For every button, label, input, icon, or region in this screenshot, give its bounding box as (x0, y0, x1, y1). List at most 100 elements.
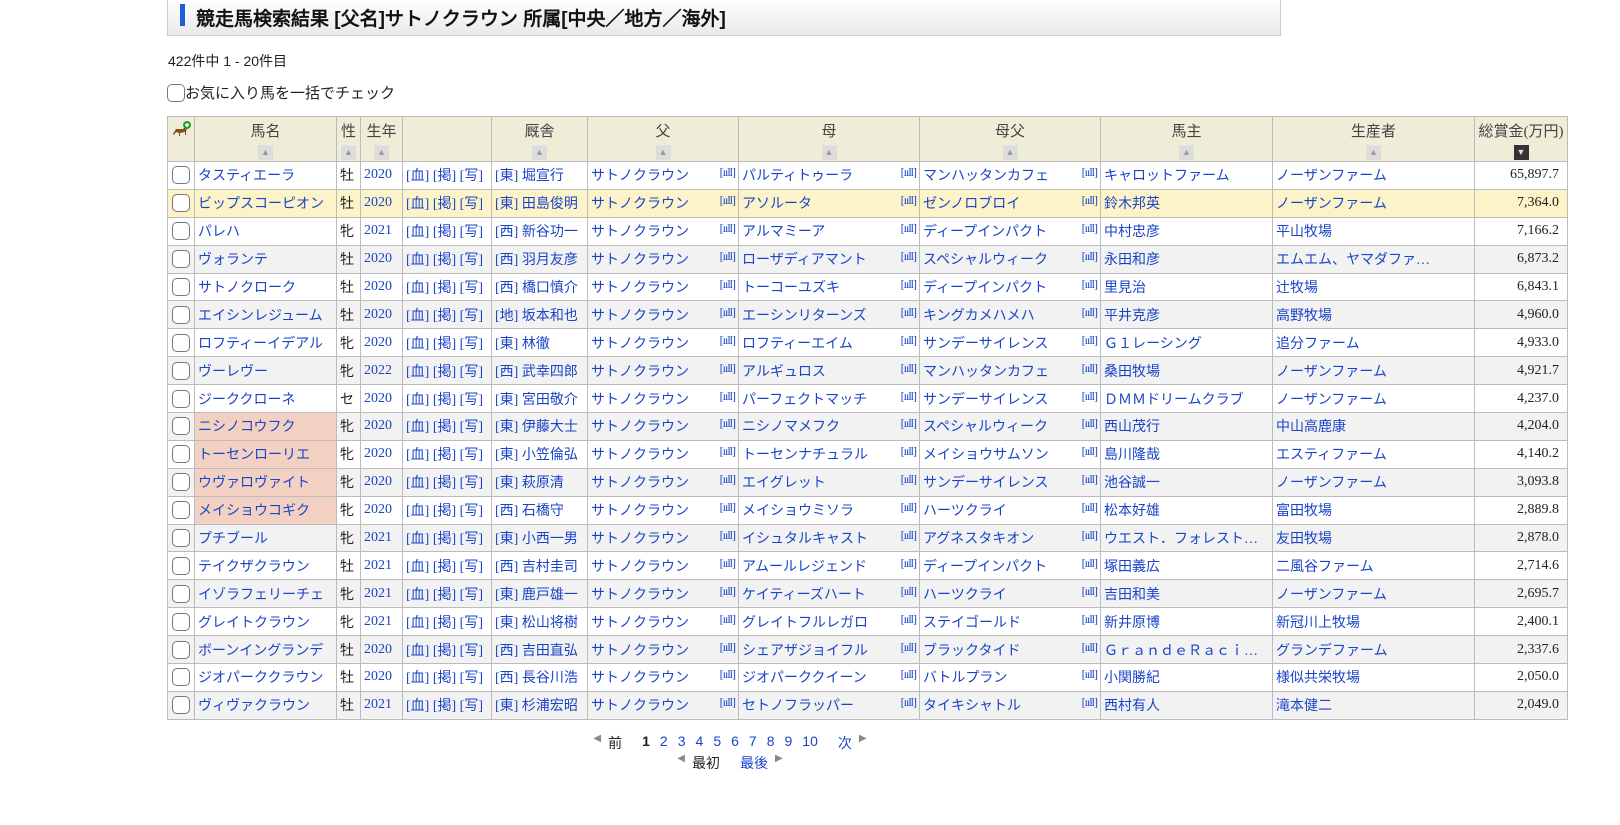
birth-year-link[interactable]: 2020 (364, 335, 392, 350)
horse-name-link[interactable]: イゾラフェリーチェ (198, 588, 324, 603)
dam-link[interactable]: トーコーユズキ (742, 281, 840, 296)
pedigree-link[interactable]: [血] (406, 532, 429, 547)
pedigree-link[interactable]: [血] (406, 337, 429, 352)
offspring-chart-icon[interactable]: [ııll] (901, 305, 917, 320)
page-link[interactable]: 2 (655, 733, 673, 753)
offspring-chart-icon[interactable]: [ııll] (901, 695, 917, 710)
offspring-chart-icon[interactable]: [ııll] (901, 584, 917, 599)
pedigree-link[interactable]: [血] (406, 504, 429, 519)
birth-year-link[interactable]: 2021 (364, 223, 392, 238)
page-link[interactable]: 5 (708, 733, 726, 753)
breeder-link[interactable]: 様似共栄牧場 (1276, 671, 1360, 686)
pedigree-link[interactable]: [血] (406, 448, 429, 463)
damsire-link[interactable]: スペシャルウィーク (923, 420, 1048, 435)
offspring-chart-icon[interactable]: [ııll] (1082, 444, 1098, 459)
offspring-chart-icon[interactable]: [ııll] (720, 584, 736, 599)
offspring-chart-icon[interactable]: [ııll] (720, 695, 736, 710)
owner-link[interactable]: 松本好雄 (1104, 504, 1160, 519)
favorite-checkbox[interactable] (172, 696, 190, 715)
owner-link[interactable]: 池谷誠一 (1104, 476, 1160, 491)
record-link[interactable]: [掲] (433, 169, 456, 184)
sire-link[interactable]: サトノクラウン (591, 281, 689, 296)
next-link[interactable]: 次 (833, 733, 857, 753)
horse-name-link[interactable]: ニシノコウフク (198, 420, 295, 435)
birth-year-link[interactable]: 2020 (364, 195, 392, 210)
photo-link[interactable]: [写] (460, 309, 483, 324)
pedigree-link[interactable]: [血] (406, 420, 429, 435)
photo-link[interactable]: [写] (460, 281, 483, 296)
horse-name-link[interactable]: グレイトクラウン (198, 616, 310, 631)
birth-year-link[interactable]: 2020 (364, 391, 392, 406)
favorite-checkbox[interactable] (172, 222, 190, 241)
favorite-checkbox[interactable] (172, 612, 190, 631)
favorite-checkbox[interactable] (172, 640, 190, 659)
offspring-chart-icon[interactable]: [ııll] (901, 667, 917, 682)
trainer-link[interactable]: 杉浦宏昭 (522, 699, 578, 714)
sort-asc-button[interactable]: ▲ (1179, 145, 1194, 160)
offspring-chart-icon[interactable]: [ııll] (901, 472, 917, 487)
favorite-checkbox[interactable] (172, 250, 190, 269)
trainer-link[interactable]: 吉村圭司 (522, 560, 578, 575)
offspring-chart-icon[interactable]: [ııll] (1082, 695, 1098, 710)
birth-year-link[interactable]: 2020 (364, 446, 392, 461)
breeder-link[interactable]: ノーザンファーム (1276, 588, 1387, 603)
page-link[interactable]: 7 (744, 733, 762, 753)
breeder-link[interactable]: エムエム、ヤマダファ… (1276, 253, 1430, 268)
offspring-chart-icon[interactable]: [ııll] (720, 361, 736, 376)
damsire-link[interactable]: ゼンノロブロイ (923, 197, 1020, 212)
record-link[interactable]: [掲] (433, 448, 456, 463)
offspring-chart-icon[interactable]: [ııll] (1082, 667, 1098, 682)
birth-year-link[interactable]: 2020 (364, 251, 392, 266)
breeder-link[interactable]: 中山高鹿康 (1276, 420, 1346, 435)
damsire-link[interactable]: マンハッタンカフェ (923, 169, 1049, 184)
offspring-chart-icon[interactable]: [ııll] (901, 556, 917, 571)
offspring-chart-icon[interactable]: [ııll] (1082, 612, 1098, 627)
owner-link[interactable]: 里見治 (1104, 281, 1146, 296)
breeder-link[interactable]: 滝本健二 (1276, 699, 1332, 714)
offspring-chart-icon[interactable]: [ııll] (901, 416, 917, 431)
trainer-link[interactable]: 堀宣行 (522, 169, 564, 184)
trainer-link[interactable]: 萩原清 (522, 476, 564, 491)
trainer-link[interactable]: 長谷川浩 (522, 671, 578, 686)
breeder-link[interactable]: エスティファーム (1276, 448, 1387, 463)
horse-name-link[interactable]: ロフティーイデアル (198, 337, 323, 352)
pedigree-link[interactable]: [血] (406, 309, 429, 324)
sort-asc-button[interactable]: ▲ (1002, 145, 1018, 160)
record-link[interactable]: [掲] (433, 560, 456, 575)
owner-link[interactable]: 中村忠彦 (1104, 225, 1160, 240)
horse-name-link[interactable]: トーセンローリエ (198, 448, 310, 463)
photo-link[interactable]: [写] (460, 337, 483, 352)
photo-link[interactable]: [写] (460, 225, 483, 240)
offspring-chart-icon[interactable]: [ııll] (720, 528, 736, 543)
offspring-chart-icon[interactable]: [ııll] (1082, 416, 1098, 431)
favorite-checkbox[interactable] (172, 584, 190, 603)
favorite-checkbox[interactable] (172, 529, 190, 548)
horse-name-link[interactable]: パレハ (198, 225, 240, 240)
favorite-checkbox[interactable] (172, 417, 190, 436)
trainer-link[interactable]: 武幸四郎 (522, 365, 578, 380)
trainer-link[interactable]: 新谷功一 (522, 225, 578, 240)
damsire-link[interactable]: ディープインパクト (923, 225, 1047, 240)
offspring-chart-icon[interactable]: [ııll] (1082, 165, 1098, 180)
offspring-chart-icon[interactable]: [ııll] (901, 444, 917, 459)
horse-name-link[interactable]: ボーンイングランデ (198, 644, 323, 659)
record-link[interactable]: [掲] (433, 365, 456, 380)
offspring-chart-icon[interactable]: [ııll] (720, 165, 736, 180)
damsire-link[interactable]: ディープインパクト (923, 281, 1047, 296)
offspring-chart-icon[interactable]: [ııll] (1082, 472, 1098, 487)
sire-link[interactable]: サトノクラウン (591, 588, 689, 603)
breeder-link[interactable]: ノーザンファーム (1276, 393, 1387, 408)
record-link[interactable]: [掲] (433, 225, 456, 240)
dam-link[interactable]: アルギュロス (742, 365, 826, 380)
owner-link[interactable]: 西村有人 (1104, 699, 1160, 714)
offspring-chart-icon[interactable]: [ııll] (720, 444, 736, 459)
offspring-chart-icon[interactable]: [ııll] (720, 416, 736, 431)
page-link[interactable]: 8 (762, 733, 780, 753)
birth-year-link[interactable]: 2020 (364, 474, 392, 489)
trainer-link[interactable]: 吉田直弘 (522, 644, 578, 659)
favorite-checkbox[interactable] (172, 194, 190, 213)
dam-link[interactable]: アソルータ (742, 197, 812, 212)
trainer-link[interactable]: 石橋守 (522, 504, 564, 519)
sire-link[interactable]: サトノクラウン (591, 504, 689, 519)
breeder-link[interactable]: 平山牧場 (1276, 225, 1332, 240)
